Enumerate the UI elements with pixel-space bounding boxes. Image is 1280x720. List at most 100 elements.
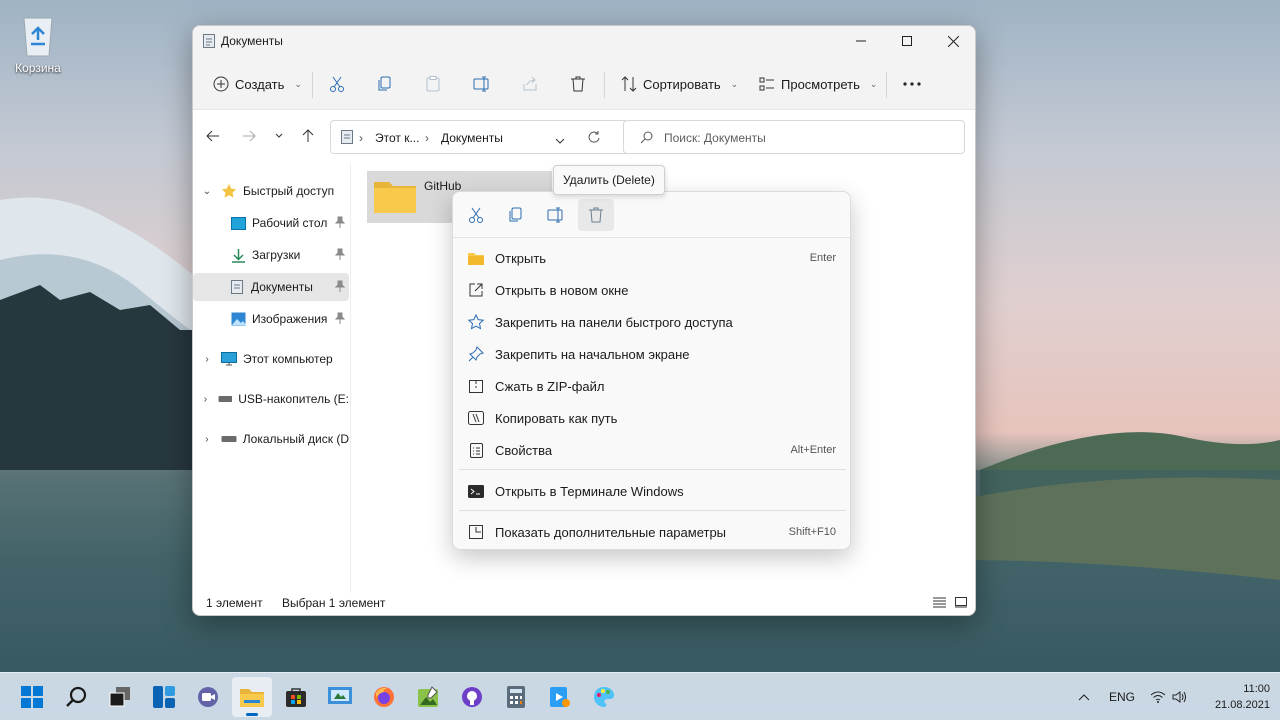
- paste-button[interactable]: [425, 70, 441, 98]
- sidebar-item-usb-drive[interactable]: › USB-накопитель (E:: [193, 385, 349, 413]
- window-title: Документы: [221, 34, 283, 48]
- clock[interactable]: 11:00 21.08.2021: [1215, 681, 1270, 713]
- recent-locations-button[interactable]: [267, 124, 291, 148]
- rename-icon: [473, 76, 489, 92]
- sidebar-item-label: Изображения: [252, 312, 328, 326]
- details-view-button[interactable]: [933, 597, 946, 611]
- menu-item-open-new-window[interactable]: Открыть в новом окне: [459, 275, 844, 305]
- close-icon: [947, 35, 959, 47]
- menu-item-show-more-options[interactable]: Показать дополнительные параметры Shift+…: [459, 517, 844, 547]
- breadcrumb-this-pc[interactable]: Этот к...: [375, 131, 419, 145]
- chat-button[interactable]: [188, 677, 228, 717]
- github-desktop-button[interactable]: [452, 677, 492, 717]
- language-indicator[interactable]: ENG: [1109, 673, 1135, 720]
- refresh-button[interactable]: [587, 130, 600, 146]
- sidebar-item-local-disk[interactable]: › Локальный диск (D: [193, 425, 349, 453]
- view-button[interactable]: Просмотреть ⌄: [759, 70, 877, 98]
- control-panel-button[interactable]: [320, 677, 360, 717]
- navigation-pane: ⌄ Быстрый доступ Рабочий стол Загрузки Д…: [193, 163, 351, 593]
- photo-editor-icon: [418, 686, 438, 707]
- folder-icon: [240, 689, 264, 707]
- recycle-bin-icon: [18, 12, 58, 58]
- menu-item-properties[interactable]: Свойства Alt+Enter: [459, 435, 844, 465]
- create-label: Создать: [235, 76, 285, 92]
- back-button[interactable]: [201, 124, 225, 148]
- menu-item-pin-start[interactable]: Закрепить на начальном экране: [459, 339, 844, 369]
- context-delete-button[interactable]: [578, 199, 614, 231]
- file-explorer-taskbar-button[interactable]: [232, 677, 272, 717]
- menu-item-label: Закрепить на начальном экране: [495, 346, 690, 362]
- address-history-button[interactable]: [555, 133, 565, 148]
- close-button[interactable]: [930, 26, 975, 56]
- view-icon: [759, 77, 774, 91]
- tiles-view-button[interactable]: [955, 597, 967, 611]
- task-view-icon: [109, 687, 130, 707]
- sidebar-item-this-pc[interactable]: › Этот компьютер: [193, 345, 349, 373]
- firefox-icon: [374, 687, 394, 707]
- sort-icon: [621, 76, 637, 92]
- search-box[interactable]: Поиск: Документы: [623, 120, 965, 154]
- calculator-button[interactable]: [496, 677, 536, 717]
- menu-item-open[interactable]: Открыть Enter: [459, 243, 844, 273]
- properties-icon: [461, 442, 491, 458]
- wifi-icon: [1150, 691, 1166, 703]
- context-copy-button[interactable]: [498, 199, 534, 231]
- menu-item-pin-quick-access[interactable]: Закрепить на панели быстрого доступа: [459, 307, 844, 337]
- share-button[interactable]: [522, 70, 538, 98]
- rename-icon: [547, 207, 563, 223]
- maximize-button[interactable]: [884, 26, 930, 56]
- pin-icon: [334, 216, 346, 231]
- sidebar-item-quick-access[interactable]: ⌄ Быстрый доступ: [193, 177, 349, 205]
- create-button[interactable]: Создать ⌄: [213, 70, 302, 98]
- recycle-bin-desktop-icon[interactable]: Корзина: [8, 8, 68, 75]
- chevron-down-icon[interactable]: ⌄: [193, 186, 221, 197]
- more-icon: [903, 82, 921, 86]
- copy-button[interactable]: [377, 70, 393, 98]
- menu-item-compress-zip[interactable]: Сжать в ZIP-файл: [459, 371, 844, 401]
- terminal-icon: [461, 484, 491, 498]
- media-player-button[interactable]: [540, 677, 580, 717]
- title-bar[interactable]: Документы: [193, 26, 975, 58]
- up-button[interactable]: [296, 124, 320, 148]
- cut-button[interactable]: [329, 70, 345, 98]
- chevron-right-icon[interactable]: ›: [193, 354, 221, 365]
- delete-button[interactable]: [570, 70, 586, 98]
- context-cut-button[interactable]: [458, 199, 494, 231]
- show-hidden-icons-button[interactable]: [1078, 673, 1090, 720]
- minimize-button[interactable]: [838, 26, 884, 56]
- arrow-up-icon: [302, 129, 314, 142]
- chevron-right-icon[interactable]: ›: [193, 434, 221, 445]
- store-button[interactable]: [276, 677, 316, 717]
- arrow-right-icon: [243, 130, 256, 142]
- start-button[interactable]: [12, 677, 52, 717]
- menu-item-copy-as-path[interactable]: Копировать как путь: [459, 403, 844, 433]
- rename-button[interactable]: [473, 70, 491, 98]
- copy-path-icon: [461, 411, 491, 425]
- photo-editor-button[interactable]: [408, 677, 448, 717]
- network-volume-button[interactable]: [1150, 673, 1186, 720]
- breadcrumb-documents[interactable]: Документы: [441, 131, 503, 145]
- paint-button[interactable]: [584, 677, 624, 717]
- menu-item-label: Копировать как путь: [495, 410, 618, 426]
- taskbar: ENG 11:00 21.08.2021: [0, 672, 1280, 720]
- sidebar-item-downloads[interactable]: Загрузки: [193, 241, 349, 269]
- more-options-icon: [461, 525, 491, 539]
- documents-icon: [231, 280, 243, 294]
- task-view-button[interactable]: [100, 677, 140, 717]
- menu-item-open-terminal[interactable]: Открыть в Терминале Windows: [459, 476, 844, 506]
- star-icon: [221, 184, 237, 198]
- chevron-right-icon[interactable]: ›: [193, 394, 218, 405]
- chevron-down-icon: [275, 133, 283, 138]
- control-panel-icon: [328, 687, 352, 704]
- widgets-button[interactable]: [144, 677, 184, 717]
- search-button[interactable]: [56, 677, 96, 717]
- firefox-button[interactable]: [364, 677, 404, 717]
- sort-button[interactable]: Сортировать ⌄: [621, 70, 738, 98]
- sidebar-item-images[interactable]: Изображения: [193, 305, 349, 333]
- forward-button[interactable]: [237, 124, 261, 148]
- context-rename-button[interactable]: [538, 199, 574, 231]
- plus-circle-icon: [213, 76, 229, 92]
- sidebar-item-desktop[interactable]: Рабочий стол: [193, 209, 349, 237]
- more-options-button[interactable]: [903, 70, 921, 98]
- sidebar-item-documents[interactable]: Документы: [193, 273, 349, 301]
